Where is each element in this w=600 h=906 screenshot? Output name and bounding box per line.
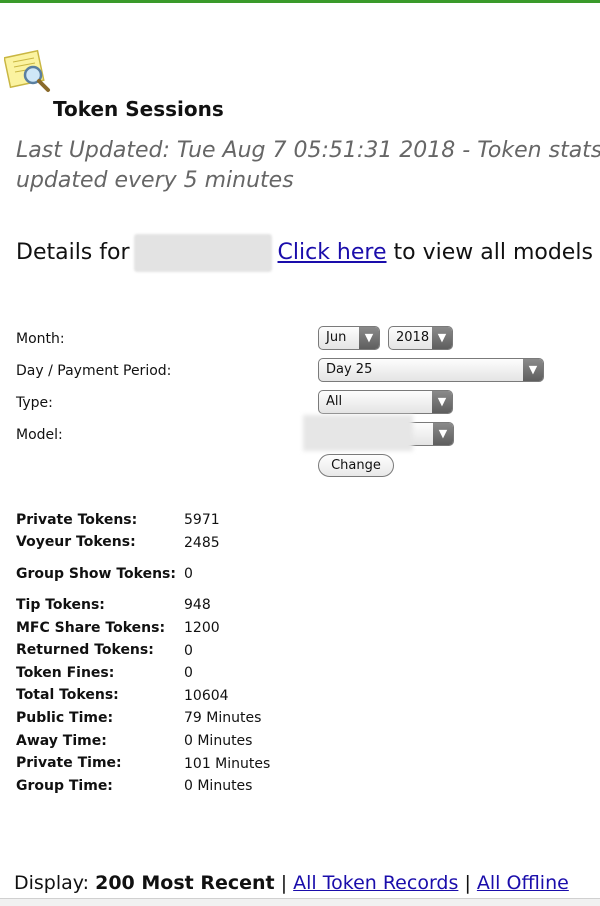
month-label: Month: xyxy=(16,331,65,347)
year-select[interactable]: 2018 ▼ xyxy=(388,326,453,350)
display-separator: | xyxy=(280,872,288,894)
stat-value: 0 Minutes xyxy=(184,733,253,750)
all-token-records-link[interactable]: All Token Records xyxy=(293,872,458,894)
display-current-option: 200 Most Recent xyxy=(95,872,275,894)
stat-label: Token Fines: xyxy=(16,664,115,681)
stat-label: Public Time: xyxy=(16,709,114,726)
triangle-down-icon: ▼ xyxy=(432,327,452,349)
triangle-down-icon: ▼ xyxy=(359,327,379,349)
stat-value: 948 xyxy=(184,597,211,614)
page-title: Token Sessions xyxy=(53,97,224,121)
stat-value: 101 Minutes xyxy=(184,755,271,772)
stat-row: Token Fines: 0 xyxy=(16,662,376,685)
all-offline-link[interactable]: All Offline xyxy=(477,872,569,894)
stat-value: 1200 xyxy=(184,620,220,637)
last-updated-text: Last Updated: Tue Aug 7 05:51:31 2018 - … xyxy=(16,136,600,196)
display-separator: | xyxy=(464,872,471,894)
triangle-down-icon: ▼ xyxy=(433,423,453,445)
stat-label: Total Tokens: xyxy=(16,687,119,704)
stat-value: 0 Minutes xyxy=(184,778,253,795)
month-select-value: Jun xyxy=(326,330,347,345)
type-select[interactable]: All ▼ xyxy=(318,390,453,414)
triangle-down-icon: ▼ xyxy=(432,391,452,413)
stat-value: 10604 xyxy=(184,687,229,704)
stat-value: 79 Minutes xyxy=(184,710,262,727)
stat-row: Away Time: 0 Minutes xyxy=(16,730,376,753)
year-select-value: 2018 xyxy=(396,330,430,345)
stat-row: Returned Tokens: 0 xyxy=(16,639,376,662)
stat-label: Tip Tokens: xyxy=(16,596,105,613)
details-suffix: to view all models xyxy=(393,240,593,265)
type-label: Type: xyxy=(16,395,53,411)
magnifier-note-icon xyxy=(3,46,54,96)
day-period-select-value: Day 25 xyxy=(326,362,373,377)
bottom-toolbar-edge xyxy=(0,898,600,906)
stat-row: Private Tokens: 5971 xyxy=(16,509,376,532)
display-options: Display: 200 Most Recent | All Token Rec… xyxy=(14,872,569,894)
stat-label: Group Time: xyxy=(16,777,113,794)
stat-label: Private Tokens: xyxy=(16,511,138,528)
day-period-select[interactable]: Day 25 ▼ xyxy=(318,358,544,382)
stat-row: Total Tokens: 10604 xyxy=(16,685,376,708)
view-all-models-link[interactable]: Click here xyxy=(278,240,387,265)
update-interval-note: updated every 5 minutes xyxy=(16,168,294,193)
details-line: Details for Click here to view all models xyxy=(16,234,593,272)
redacted-model-name xyxy=(133,234,272,272)
stat-row: MFC Share Tokens: 1200 xyxy=(16,617,376,640)
details-prefix: Details for xyxy=(16,240,130,265)
stat-row: Tip Tokens: 948 xyxy=(16,594,376,617)
stat-row: Private Time: 101 Minutes xyxy=(16,752,376,775)
token-stats-table: Private Tokens: 5971 Voyeur Tokens: 2485 G… xyxy=(16,509,376,798)
last-updated-line: Last Updated: Tue Aug 7 05:51:31 2018 - … xyxy=(16,138,600,163)
redacted-model-select-value xyxy=(303,415,413,451)
stat-value: 2485 xyxy=(184,534,220,551)
stat-label: Voyeur Tokens: xyxy=(16,534,136,551)
stat-row: Group Show Tokens: 0 xyxy=(16,554,376,594)
stat-value: 5971 xyxy=(184,512,220,529)
stat-label: Group Show Tokens: xyxy=(16,565,176,582)
type-select-value: All xyxy=(326,394,343,409)
stat-value: 0 xyxy=(184,665,193,682)
top-accent-bar xyxy=(0,0,600,3)
stat-value: 0 xyxy=(184,566,193,583)
stat-label: Returned Tokens: xyxy=(16,642,154,659)
triangle-down-icon: ▼ xyxy=(523,359,543,381)
stat-label: Private Time: xyxy=(16,755,122,772)
stat-row: Public Time: 79 Minutes xyxy=(16,707,376,730)
day-period-label: Day / Payment Period: xyxy=(16,363,172,379)
stat-label: Away Time: xyxy=(16,732,107,749)
month-select[interactable]: Jun ▼ xyxy=(318,326,380,350)
display-prefix: Display: xyxy=(14,872,90,894)
stat-row: Voyeur Tokens: 2485 xyxy=(16,532,376,555)
stat-value: 0 xyxy=(184,642,193,659)
model-label: Model: xyxy=(16,427,63,443)
page: Token Sessions Last Updated: Tue Aug 7 0… xyxy=(0,0,600,906)
stat-label: MFC Share Tokens: xyxy=(16,619,166,636)
stat-row: Group Time: 0 Minutes xyxy=(16,775,376,798)
change-button[interactable]: Change xyxy=(318,454,394,477)
